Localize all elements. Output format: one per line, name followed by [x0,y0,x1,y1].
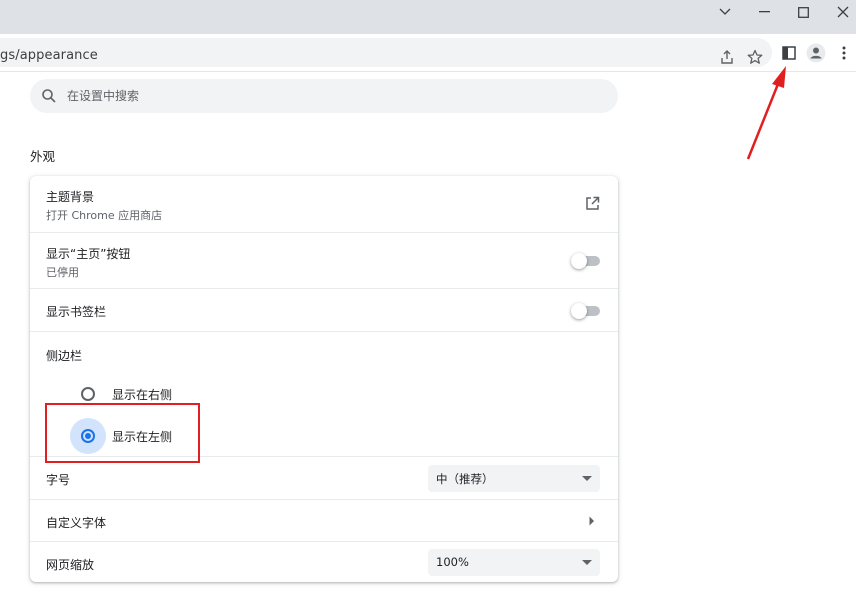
more-icon[interactable] [834,43,854,63]
search-input[interactable] [67,87,587,105]
toggle-knob [571,253,587,269]
home-button-toggle[interactable] [571,253,600,269]
font-size-value: 中（推荐） [436,472,494,486]
window-titlebar [0,0,856,34]
page-zoom-select[interactable]: 100% [428,549,600,576]
page-zoom-row: 网页缩放 100% [30,541,618,582]
dropdown-caret-icon [582,560,592,565]
page-zoom-value: 100% [436,555,469,569]
close-icon[interactable] [824,0,856,24]
toggle-knob [571,303,587,319]
side-panel-icon[interactable] [779,43,799,63]
bookmarks-bar-row[interactable]: 显示书签栏 [30,288,618,331]
maximize-icon[interactable] [784,0,822,24]
address-url[interactable]: gs/appearance [0,48,98,63]
search-icon [42,89,56,103]
external-link-icon[interactable] [585,196,600,211]
share-icon[interactable] [717,47,737,67]
theme-row[interactable]: 主题背景 打开 Chrome 应用商店 [30,176,618,232]
home-button-row[interactable]: 显示“主页”按钮 已停用 [30,232,618,288]
side-panel-label: 侧边栏 [46,349,83,363]
bookmarks-bar-label: 显示书签栏 [46,305,107,319]
side-panel-right-label[interactable]: 显示在右侧 [112,386,172,403]
home-button-sub: 已停用 [46,266,79,279]
theme-sub: 打开 Chrome 应用商店 [46,209,163,222]
page-zoom-label: 网页缩放 [46,558,95,572]
theme-label: 主题背景 [46,190,95,204]
font-size-label: 字号 [46,473,71,487]
minimize-icon[interactable] [746,0,784,24]
chevron-down-icon[interactable] [706,0,744,24]
appearance-card: 主题背景 打开 Chrome 应用商店 显示“主页”按钮 已停用 显示书签栏 侧… [30,176,618,582]
custom-fonts-label: 自定义字体 [46,516,107,530]
settings-search [30,79,618,113]
home-button-label: 显示“主页”按钮 [46,247,131,261]
radio-button [81,387,95,401]
bookmarks-bar-toggle[interactable] [571,303,600,319]
star-icon[interactable] [745,47,765,67]
browser-toolbar: gs/appearance [0,34,856,72]
section-title: 外观 [30,149,56,164]
font-size-select[interactable]: 中（推荐） [428,465,600,492]
dropdown-caret-icon [582,476,592,481]
custom-fonts-row[interactable]: 自定义字体 [30,499,618,541]
chevron-right-icon [589,516,594,526]
profile-icon[interactable] [806,43,826,63]
address-bar[interactable]: gs/appearance [0,38,772,67]
annotation-highlight-box [45,403,200,463]
